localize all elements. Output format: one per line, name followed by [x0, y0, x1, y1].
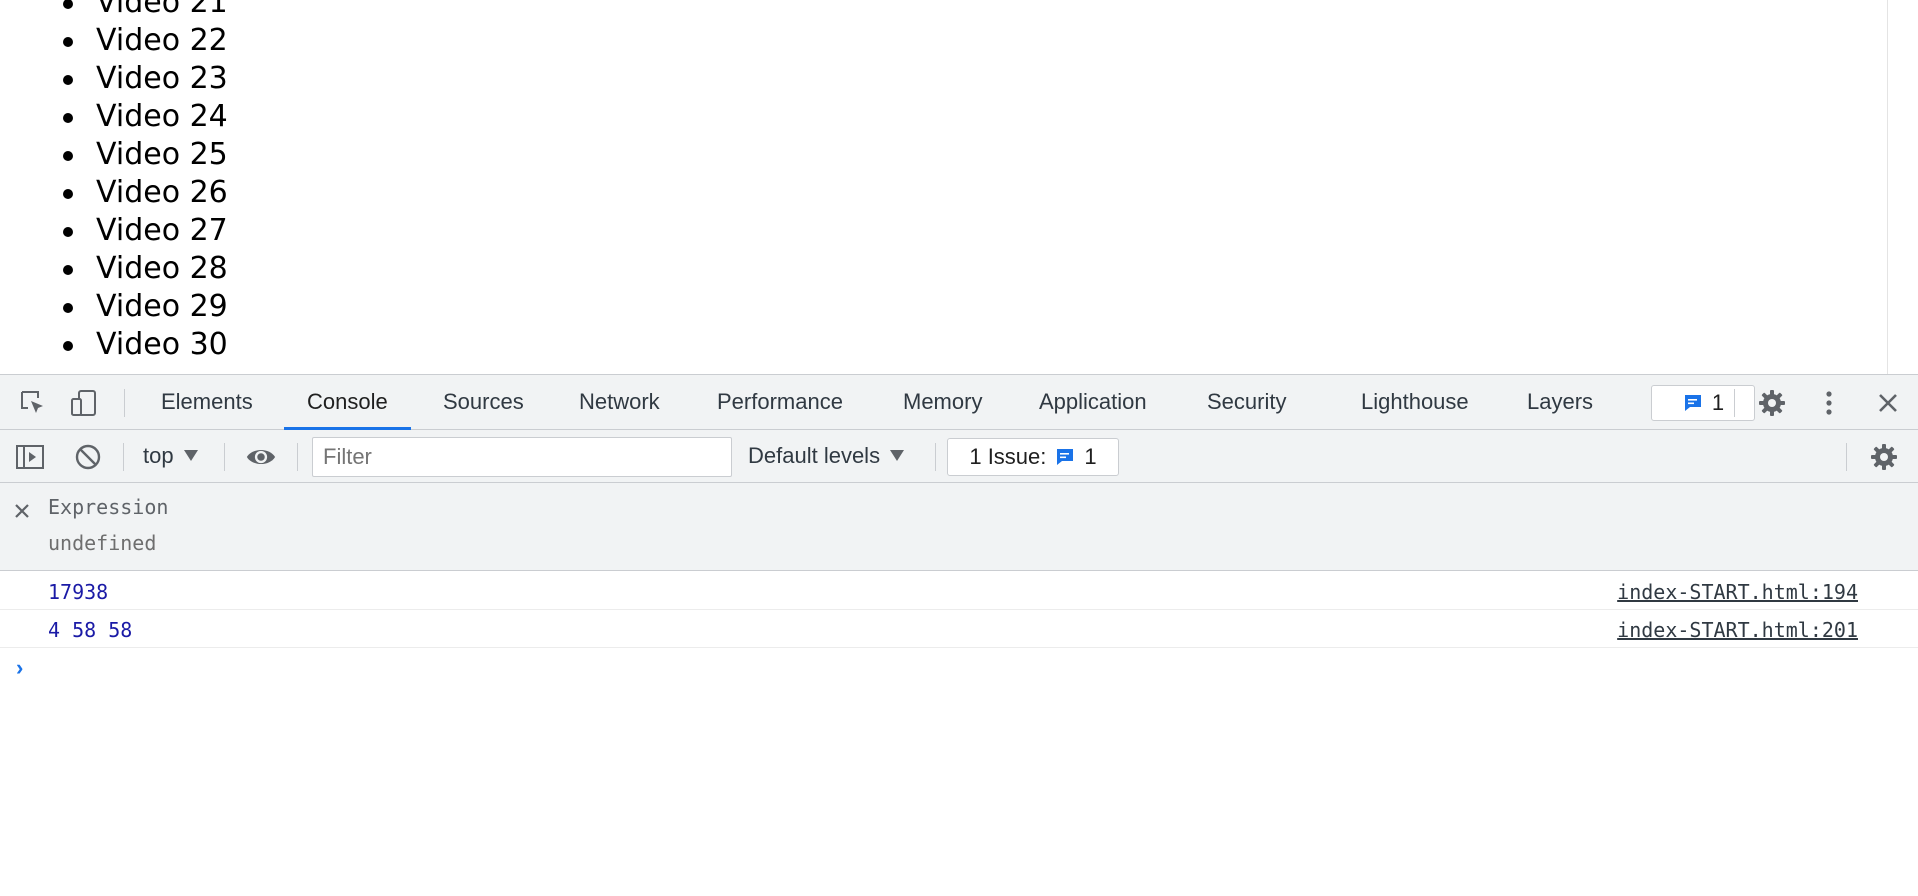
- tab-application[interactable]: Application: [1039, 375, 1147, 429]
- bullet-icon: [63, 265, 73, 275]
- bullet-icon: [63, 37, 73, 47]
- live-expression-eye-icon[interactable]: [245, 441, 277, 473]
- close-icon[interactable]: [10, 499, 34, 523]
- list-item: Video 23: [0, 60, 228, 98]
- devtools-tab-bar: Elements Console Sources Network Perform…: [0, 375, 1918, 430]
- tab-console[interactable]: Console: [284, 375, 411, 430]
- issues-message-icon: [1057, 449, 1074, 465]
- console-source-link[interactable]: index-START.html:194: [1617, 580, 1858, 604]
- bullet-icon: [63, 0, 73, 9]
- live-expression-value: undefined: [48, 531, 157, 555]
- video-title: Video 27: [96, 213, 228, 248]
- tab-elements[interactable]: Elements: [161, 375, 253, 429]
- console-source-link[interactable]: index-START.html:201: [1617, 618, 1858, 642]
- list-item: Video 25: [0, 136, 228, 174]
- sidebar-toggle-icon[interactable]: [14, 441, 46, 473]
- tab-layers[interactable]: Layers: [1527, 375, 1593, 429]
- tab-security[interactable]: Security: [1207, 375, 1286, 429]
- bullet-icon: [63, 341, 73, 351]
- list-item: Video 30: [0, 326, 228, 364]
- close-icon[interactable]: [1872, 387, 1904, 419]
- list-item: Video 29: [0, 288, 228, 326]
- clear-console-icon[interactable]: [72, 441, 104, 473]
- console-message: 4 58 58 index-START.html:201: [0, 610, 1918, 648]
- page-scrollbar[interactable]: [1887, 0, 1888, 374]
- issue-counter-label: 1 Issue:: [969, 444, 1047, 469]
- inspect-element-icon[interactable]: [17, 387, 49, 419]
- console-toolbar: top Default levels 1 Issue: 1: [0, 430, 1918, 483]
- context-label: top: [143, 443, 174, 468]
- live-expression-input[interactable]: Expression: [48, 495, 168, 519]
- video-title: Video 23: [96, 61, 228, 96]
- video-title: Video 24: [96, 99, 228, 134]
- log-levels-dropdown[interactable]: Default levels: [748, 430, 905, 482]
- settings-gear-icon[interactable]: [1756, 387, 1788, 419]
- bullet-icon: [63, 227, 73, 237]
- tab-performance[interactable]: Performance: [717, 375, 843, 429]
- video-title: Video 22: [96, 23, 228, 58]
- bullet-icon: [63, 303, 73, 313]
- issue-counter-count: 1: [1084, 444, 1097, 469]
- tab-sources[interactable]: Sources: [443, 375, 524, 429]
- more-options-icon[interactable]: [1813, 387, 1845, 419]
- video-list: Video 21 Video 22 Video 23 Video 24 Vide…: [0, 0, 228, 364]
- tab-lighthouse[interactable]: Lighthouse: [1361, 375, 1469, 429]
- console-message-text: 4 58 58: [48, 618, 133, 642]
- log-levels-label: Default levels: [748, 443, 881, 468]
- bullet-icon: [63, 189, 73, 199]
- issues-message-icon: [1684, 395, 1701, 411]
- list-item: Video 22: [0, 22, 228, 60]
- console-prompt[interactable]: ›: [16, 655, 23, 681]
- issue-counter-button[interactable]: 1 Issue: 1: [947, 438, 1119, 476]
- list-item: Video 24: [0, 98, 228, 136]
- console-message-text: 17938: [48, 580, 109, 604]
- list-item: Video 26: [0, 174, 228, 212]
- bullet-icon: [63, 151, 73, 161]
- issues-badge[interactable]: 1: [1651, 385, 1755, 421]
- video-title: Video 26: [96, 175, 228, 210]
- filter-input[interactable]: [312, 437, 732, 477]
- console-message: 17938 index-START.html:194: [0, 572, 1918, 610]
- list-item: Video 27: [0, 212, 228, 250]
- tab-network[interactable]: Network: [579, 375, 660, 429]
- console-settings-gear-icon[interactable]: [1868, 441, 1900, 473]
- video-title: Video 29: [96, 289, 228, 324]
- video-title: Video 28: [96, 251, 228, 286]
- tab-memory[interactable]: Memory: [903, 375, 982, 429]
- list-item: Video 28: [0, 250, 228, 288]
- chevron-down-icon: [890, 449, 905, 461]
- video-title: Video 30: [96, 327, 228, 362]
- devtools-panel: Elements Console Sources Network Perform…: [0, 374, 1918, 896]
- device-toolbar-icon[interactable]: [68, 387, 100, 419]
- issues-count: 1: [1711, 390, 1725, 415]
- video-title: Video 25: [96, 137, 228, 172]
- page-content: Video 21 Video 22 Video 23 Video 24 Vide…: [0, 0, 1918, 374]
- video-title: Video 21: [96, 0, 228, 20]
- live-expression-pane: Expression undefined: [0, 483, 1918, 571]
- context-selector[interactable]: top: [143, 430, 198, 482]
- list-item: Video 21: [0, 0, 228, 22]
- chevron-down-icon: [183, 449, 198, 461]
- bullet-icon: [63, 75, 73, 85]
- bullet-icon: [63, 113, 73, 123]
